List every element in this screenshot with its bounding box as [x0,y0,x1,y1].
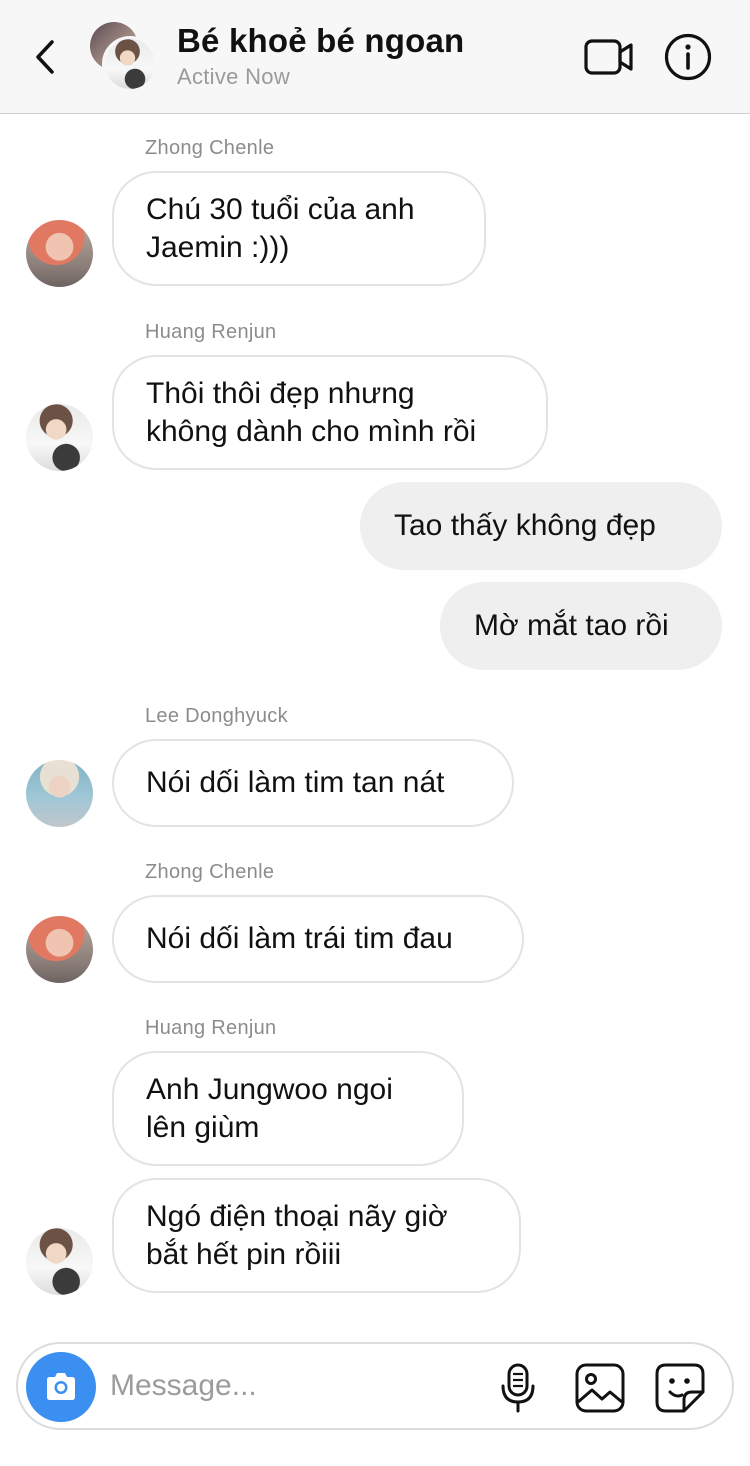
video-camera-icon[interactable] [584,36,634,78]
message-text: không dành cho mình rồi [146,414,477,448]
sender-name: Zhong Chenle [145,137,275,159]
message-text: Jaemin :))) [146,230,290,264]
message-bubble[interactable]: Ngó điện thoại nãy giờ bắt hết pin rồiii [112,1178,521,1293]
camera-icon [47,1373,75,1400]
message-text: Anh Jungwoo ngoi [146,1072,393,1106]
avatar[interactable] [26,916,93,983]
camera-button[interactable] [26,1352,96,1422]
message-text: bắt hết pin rồiii [146,1237,342,1271]
chevron-left-icon[interactable] [28,32,64,82]
message-bubble[interactable]: Nói dối làm tim tan nát [112,739,514,827]
message-text: Thôi thôi đẹp nhưng [146,376,415,410]
message-text: Chú 30 tuổi của anh [146,192,415,226]
chat-header: Bé khoẻ bé ngoan Active Now [0,0,750,114]
sender-name: Huang Renjun [145,1017,277,1039]
message-text: Nói dối làm tim tan nát [146,766,445,799]
avatar[interactable] [26,760,93,827]
sender-name: Zhong Chenle [145,861,275,883]
message-text: Nói dối làm trái tim đau [146,922,453,955]
sender-name: Huang Renjun [145,321,277,343]
microphone-icon[interactable] [498,1362,538,1414]
message-text: Ngó điện thoại nãy giờ [146,1199,448,1233]
group-avatar[interactable] [90,22,162,94]
info-icon[interactable] [664,33,712,81]
group-avatar-front-photo [102,36,158,92]
sticker-icon[interactable] [654,1362,706,1414]
active-status: Active Now [177,64,291,89]
message-bubble[interactable]: Anh Jungwoo ngoi lên giùm [112,1051,464,1166]
my-message-bubble[interactable]: Mờ mắt tao rồi [440,582,722,670]
my-message-bubble[interactable]: Tao thấy không đẹp [360,482,722,570]
message-composer [16,1342,734,1430]
message-text: Mờ mắt tao rồi [474,609,669,642]
message-text: lên giùm [146,1110,260,1144]
message-bubble[interactable]: Thôi thôi đẹp nhưng không dành cho mình … [112,355,548,470]
avatar[interactable] [26,220,93,287]
message-bubble[interactable]: Chú 30 tuổi của anh Jaemin :))) [112,171,486,286]
message-bubble[interactable]: Nói dối làm trái tim đau [112,895,524,983]
message-text: Tao thấy không đẹp [394,509,656,542]
conversation-title[interactable]: Bé khoẻ bé ngoan [177,22,464,60]
message-input[interactable] [110,1366,480,1406]
image-icon[interactable] [574,1362,626,1414]
sender-name: Lee Donghyuck [145,705,288,727]
avatar[interactable] [26,1228,93,1295]
avatar[interactable] [26,404,93,471]
